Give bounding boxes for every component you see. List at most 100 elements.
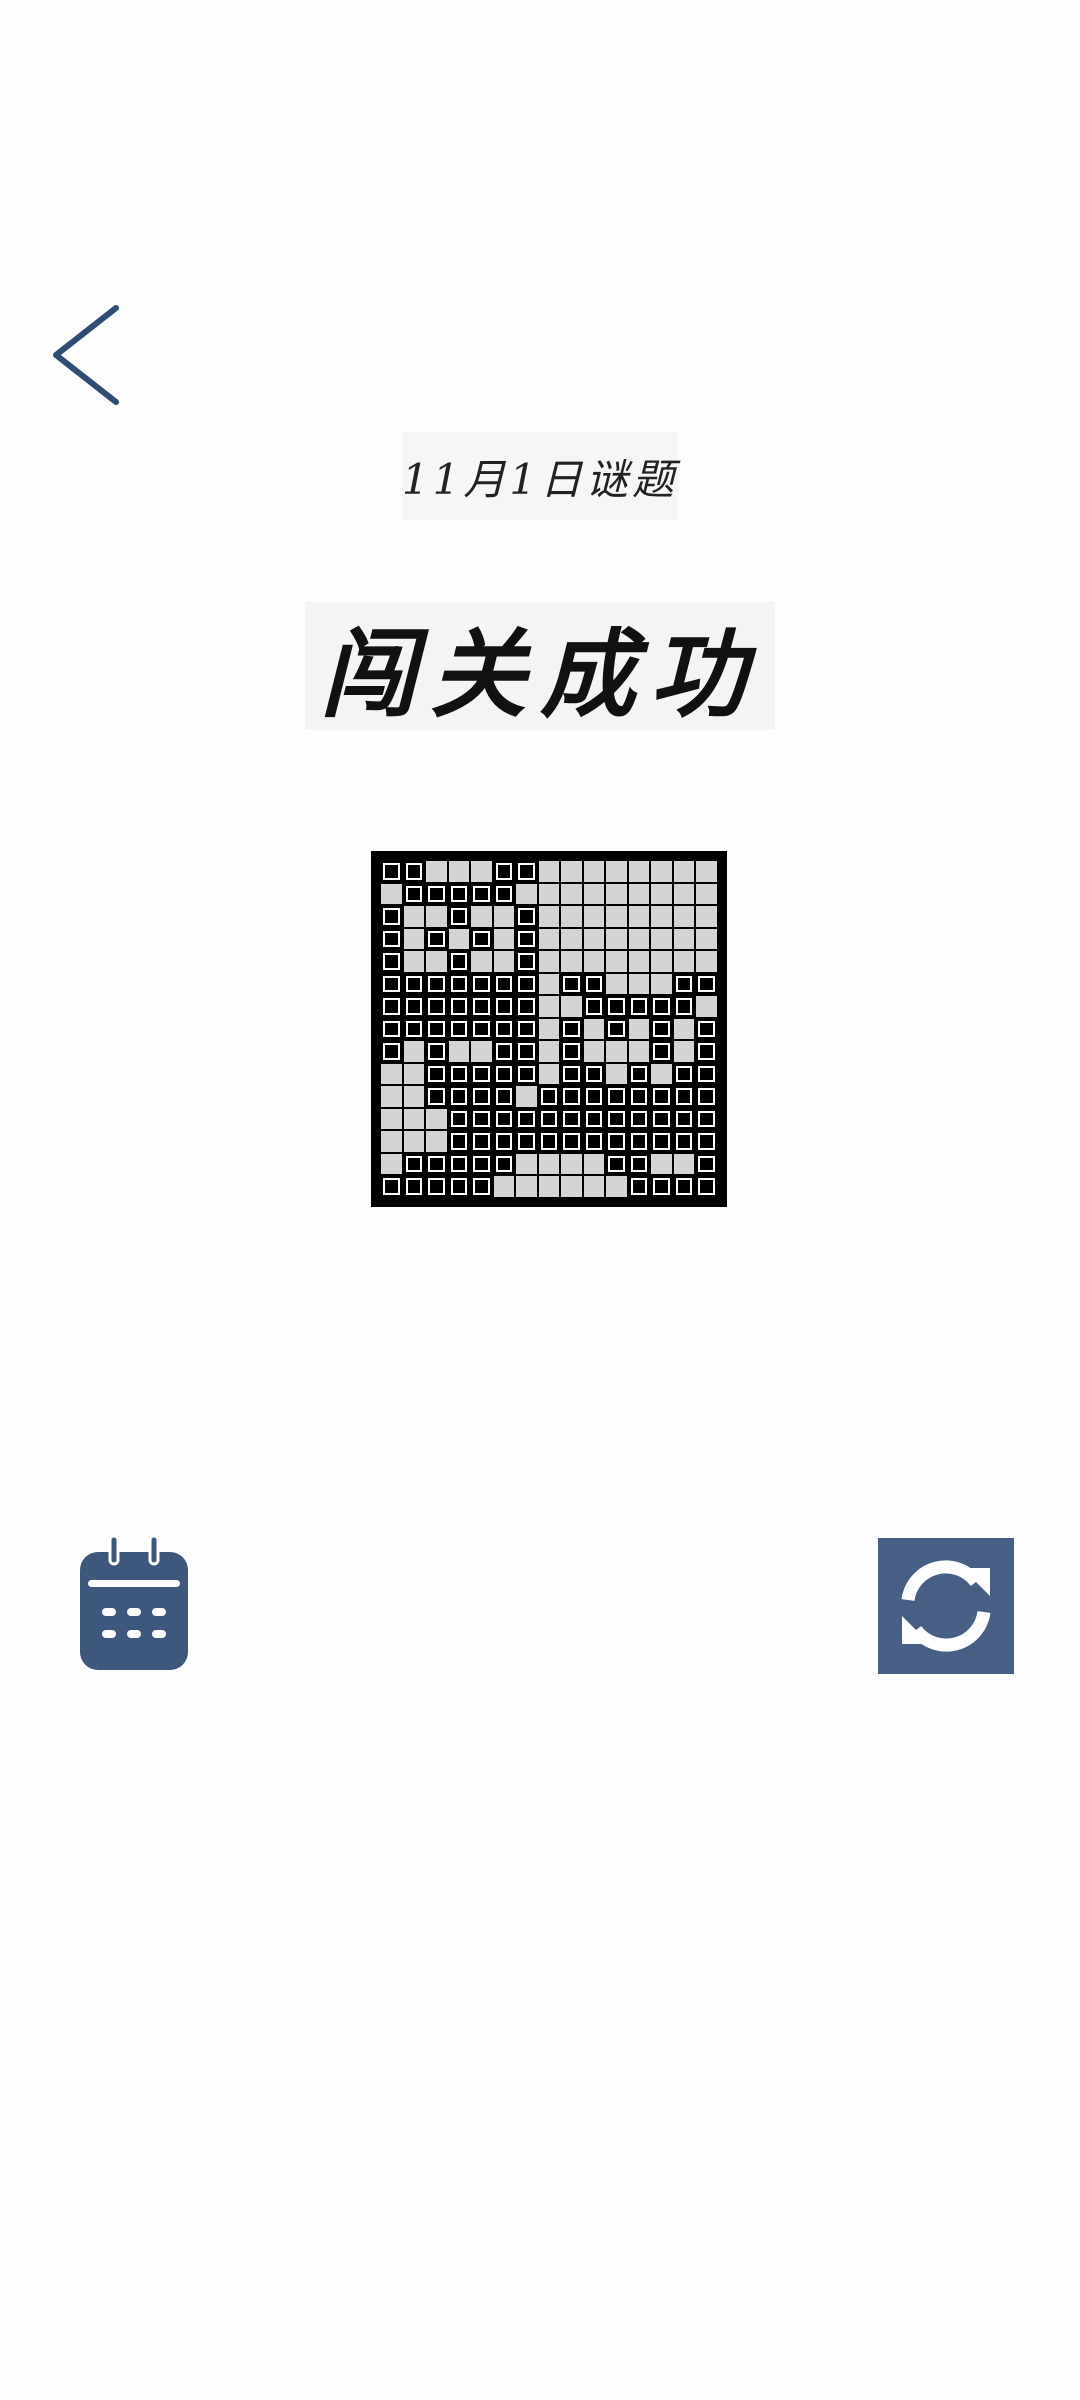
grid-cell-filled xyxy=(583,996,605,1017)
grid-cell-filled xyxy=(538,1131,560,1152)
grid-cell-empty xyxy=(448,928,470,950)
grid-cell-filled xyxy=(673,996,695,1017)
grid-cell-empty xyxy=(673,951,695,972)
grid-cell-filled xyxy=(448,1153,470,1175)
result-banner: 闯关成功 xyxy=(305,602,775,731)
grid-cell-empty xyxy=(538,861,560,882)
grid-cell-empty xyxy=(426,1108,447,1130)
grid-cell-empty xyxy=(628,1041,650,1062)
grid-cell-filled xyxy=(471,996,492,1017)
grid-cell-filled xyxy=(471,1176,492,1197)
grid-cell-empty xyxy=(448,861,470,882)
grid-cell-empty xyxy=(493,906,515,927)
grid-cell-empty xyxy=(583,928,605,950)
grid-cell-filled xyxy=(448,883,470,905)
grid-cell-filled xyxy=(381,1176,402,1197)
grid-cell-empty xyxy=(403,951,425,972)
grid-cell-empty xyxy=(628,883,650,905)
grid-cell-filled xyxy=(583,1108,605,1130)
grid-cell-empty xyxy=(606,883,627,905)
grid-cell-filled xyxy=(651,1041,672,1062)
grid-cell-filled xyxy=(696,1176,717,1197)
grid-cell-empty xyxy=(448,1041,470,1062)
grid-cell-empty xyxy=(471,951,492,972)
grid-cell-filled xyxy=(448,1018,470,1040)
grid-cell-empty xyxy=(583,1153,605,1175)
puzzle-date-title: 11月1日谜题 xyxy=(401,454,679,504)
grid-cell-filled xyxy=(696,1041,717,1062)
grid-cell-filled xyxy=(583,1131,605,1152)
grid-cell-filled xyxy=(448,1108,470,1130)
grid-cell-filled xyxy=(606,1153,627,1175)
grid-cell-empty xyxy=(516,883,537,905)
grid-cell-filled xyxy=(493,973,515,995)
grid-cell-filled xyxy=(651,1108,672,1130)
grid-cell-empty xyxy=(606,928,627,950)
grid-cell-filled xyxy=(651,996,672,1017)
grid-cell-filled xyxy=(426,1176,447,1197)
grid-cell-filled xyxy=(628,1153,650,1175)
refresh-icon xyxy=(901,1560,991,1652)
grid-cell-filled xyxy=(538,1086,560,1107)
grid-cell-empty xyxy=(538,928,560,950)
grid-cell-filled xyxy=(403,1153,425,1175)
puzzle-result-screen: 11月1日谜题 闯关成功 xyxy=(0,0,1080,2400)
grid-cell-filled xyxy=(448,1176,470,1197)
grid-cell-filled xyxy=(606,1018,627,1040)
refresh-button[interactable] xyxy=(878,1538,1014,1674)
grid-cell-empty xyxy=(651,906,672,927)
chevron-left-icon xyxy=(53,305,119,405)
grid-cell-filled xyxy=(538,1108,560,1130)
grid-cell-empty xyxy=(628,906,650,927)
grid-cell-empty xyxy=(673,1041,695,1062)
calendar-button[interactable] xyxy=(76,1536,192,1674)
grid-cell-filled xyxy=(426,1063,447,1085)
grid-cell-empty xyxy=(381,1108,402,1130)
grid-cell-empty xyxy=(651,951,672,972)
grid-cell-filled xyxy=(628,1108,650,1130)
grid-cell-filled xyxy=(493,1086,515,1107)
grid-cell-empty xyxy=(696,861,717,882)
grid-cell-empty xyxy=(628,1018,650,1040)
grid-cell-empty xyxy=(583,883,605,905)
grid-cell-empty xyxy=(538,1176,560,1197)
grid-cell-empty xyxy=(561,1153,582,1175)
grid-cell-empty xyxy=(403,1086,425,1107)
grid-cell-filled xyxy=(561,1086,582,1107)
grid-cell-empty xyxy=(673,1153,695,1175)
grid-cell-empty xyxy=(426,951,447,972)
grid-cell-filled xyxy=(628,996,650,1017)
grid-cell-empty xyxy=(381,883,402,905)
grid-cell-empty xyxy=(583,1041,605,1062)
grid-cell-empty xyxy=(493,928,515,950)
grid-cell-filled xyxy=(628,1131,650,1152)
grid-cell-filled xyxy=(628,1176,650,1197)
grid-cell-empty xyxy=(606,861,627,882)
back-button[interactable] xyxy=(40,300,130,410)
grid-cell-empty xyxy=(651,883,672,905)
grid-cell-empty xyxy=(493,951,515,972)
grid-cell-filled xyxy=(403,861,425,882)
grid-cell-filled xyxy=(651,1018,672,1040)
grid-cell-filled xyxy=(516,861,537,882)
grid-cell-filled xyxy=(673,1131,695,1152)
grid-cell-filled xyxy=(381,973,402,995)
grid-cell-filled xyxy=(673,1108,695,1130)
grid-cell-filled xyxy=(516,1041,537,1062)
grid-cell-filled xyxy=(448,1086,470,1107)
grid-cell-filled xyxy=(381,996,402,1017)
grid-cell-filled xyxy=(493,1063,515,1085)
grid-cell-empty xyxy=(606,1041,627,1062)
grid-cell-filled xyxy=(493,883,515,905)
grid-cell-empty xyxy=(381,1131,402,1152)
grid-cell-filled xyxy=(583,1063,605,1085)
grid-cell-empty xyxy=(651,1153,672,1175)
grid-cell-empty xyxy=(606,906,627,927)
grid-cell-empty xyxy=(538,1018,560,1040)
grid-cell-empty xyxy=(381,1063,402,1085)
grid-cell-filled xyxy=(561,1041,582,1062)
grid-cell-empty xyxy=(673,906,695,927)
grid-cell-filled xyxy=(426,996,447,1017)
grid-cell-filled xyxy=(471,1063,492,1085)
grid-cell-filled xyxy=(561,1131,582,1152)
